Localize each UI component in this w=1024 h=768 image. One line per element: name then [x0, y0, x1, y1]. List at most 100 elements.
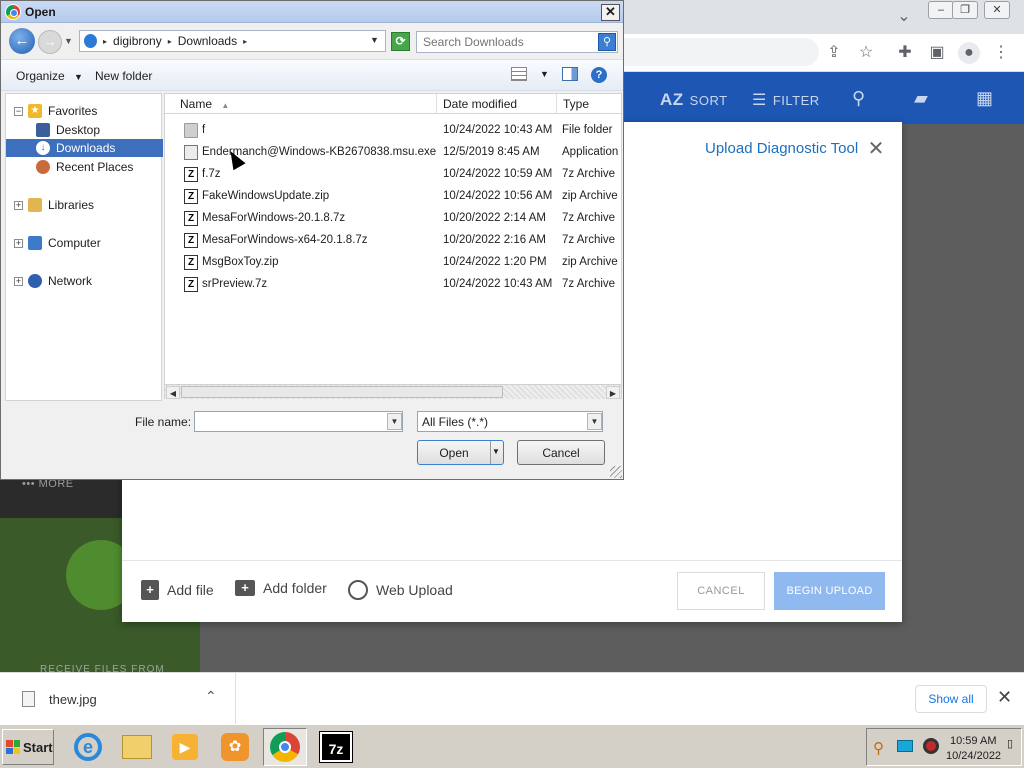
tree-downloads[interactable]: ↓ Downloads — [6, 139, 163, 157]
maximize-button[interactable]: ❐ — [952, 1, 978, 19]
file-date-modified: 10/24/2022 10:43 AM — [443, 278, 553, 290]
taskbar-uc-browser[interactable]: ✿ — [213, 728, 257, 766]
address-dropdown[interactable]: ▼ — [370, 35, 379, 45]
clock-time[interactable]: 10:59 AM — [950, 735, 996, 747]
new-folder-icon[interactable]: ▰ — [914, 88, 928, 109]
search-input[interactable] — [419, 34, 595, 50]
file-row[interactable]: ZsrPreview.7z 10/24/2022 10:43 AM 7z Archi… — [165, 274, 621, 296]
file-type-value: All Files (*.*) — [422, 415, 489, 429]
file-icon — [22, 691, 35, 707]
cancel-button[interactable]: Cancel — [517, 440, 605, 465]
file-name-input[interactable] — [195, 412, 385, 431]
breadcrumb-separator[interactable]: ▸ — [103, 37, 107, 46]
breadcrumb-digibrony[interactable]: digibrony — [113, 34, 162, 48]
tray-expand-icon[interactable]: ▯ — [1007, 737, 1013, 750]
taskbar-chrome[interactable] — [263, 728, 307, 766]
open-options-dropdown[interactable]: ▼ — [492, 447, 500, 456]
taskbar-media-player[interactable]: ▶ — [163, 728, 207, 766]
resize-grip[interactable] — [610, 466, 622, 478]
expand-icon[interactable]: + — [14, 276, 23, 286]
column-date-modified[interactable]: Date modified — [437, 94, 557, 114]
monitor-tray-icon[interactable] — [897, 740, 913, 752]
search-icon[interactable]: ⚲ — [598, 33, 616, 51]
profile-avatar-icon[interactable]: ● — [958, 42, 980, 64]
chrome-menu-icon[interactable]: ⋮ — [990, 42, 1012, 64]
column-name[interactable]: Name ▲ — [165, 94, 437, 114]
add-file-button[interactable]: + Add file — [141, 580, 214, 600]
tree-recent-places[interactable]: Recent Places — [6, 158, 163, 176]
web-upload-button[interactable]: Web Upload — [348, 580, 453, 600]
organize-button[interactable]: Organize ▼ — [16, 69, 83, 83]
search-tray-icon[interactable]: ⚲ — [873, 739, 884, 757]
scrollbar-thumb[interactable] — [181, 386, 503, 398]
tree-network[interactable]: + Network — [6, 272, 163, 290]
file-name-dropdown[interactable]: ▼ — [387, 413, 402, 430]
horizontal-scrollbar[interactable]: ◀ ▶ — [165, 384, 621, 399]
begin-upload-button[interactable]: BEGIN UPLOAD — [774, 572, 885, 610]
tree-favorites-label: Favorites — [48, 104, 98, 118]
address-bar[interactable]: ▸ digibrony ▸ Downloads ▸ — [79, 30, 386, 52]
start-button[interactable]: Start — [2, 729, 54, 765]
view-options-dropdown[interactable]: ▼ — [540, 69, 549, 79]
bookmark-star-icon[interactable]: ☆ — [855, 42, 877, 64]
column-type[interactable]: Type — [557, 94, 621, 114]
file-type-select[interactable]: All Files (*.*) ▼ — [417, 411, 603, 432]
change-view-icon[interactable] — [511, 67, 527, 81]
file-row[interactable]: f 10/24/2022 10:43 AM File folder — [165, 120, 621, 142]
archive-icon: Z — [184, 277, 198, 292]
show-all-button[interactable]: Show all — [915, 685, 987, 713]
tree-libraries[interactable]: + Libraries — [6, 196, 163, 214]
tree-computer[interactable]: + Computer — [6, 234, 163, 252]
file-name: MsgBoxToy.zip — [202, 256, 279, 268]
new-folder-button[interactable]: New folder — [95, 69, 152, 83]
open-button[interactable]: Open ▼ — [417, 440, 504, 465]
add-file-label: Add file — [167, 582, 214, 598]
tree-favorites[interactable]: − ★ Favorites — [6, 102, 163, 120]
sort-button[interactable]: AZ SORT — [660, 90, 728, 110]
cancel-upload-button[interactable]: CANCEL — [677, 572, 765, 610]
close-shelf-icon[interactable]: ✕ — [997, 687, 1012, 708]
extensions-puzzle-icon[interactable]: ✚ — [894, 42, 916, 64]
minimize-button[interactable]: – — [928, 1, 954, 19]
help-icon[interactable]: ? — [591, 67, 607, 83]
back-button[interactable]: ← — [9, 28, 35, 54]
collapse-icon[interactable]: − — [14, 106, 23, 116]
close-icon[interactable]: ✕ — [865, 138, 887, 160]
add-folder-button[interactable]: + Add folder — [235, 580, 327, 596]
file-row[interactable]: Z MesaForWindows-20.1.8.7z 10/20/2022 2:14… — [165, 208, 621, 230]
dialog-close-button[interactable]: ✕ — [601, 4, 620, 21]
file-row[interactable]: Z MsgBoxToy.zip 10/24/2022 1:20 PM zip Arch… — [165, 252, 621, 274]
taskbar-explorer[interactable] — [115, 728, 159, 766]
chevron-up-icon[interactable]: ⌃ — [205, 688, 217, 705]
breadcrumb-separator[interactable]: ▸ — [243, 37, 247, 46]
tab-search-chevron-icon[interactable]: ⌄ — [893, 6, 915, 28]
share-icon[interactable]: ⇪ — [823, 42, 845, 64]
omnibox[interactable] — [624, 38, 819, 66]
tree-desktop[interactable]: Desktop — [6, 121, 163, 139]
recent-locations-dropdown[interactable]: ▼ — [64, 36, 73, 46]
file-name-combobox: ▼ — [194, 411, 403, 432]
expand-icon[interactable]: + — [14, 238, 23, 248]
file-row[interactable]: Z FakeWindowsUpdate.zip 10/24/2022 10:56 A… — [165, 186, 621, 208]
preview-pane-icon[interactable] — [562, 67, 578, 81]
file-type-dropdown[interactable]: ▼ — [587, 413, 602, 430]
filter-button[interactable]: ☰ FILTER — [752, 90, 820, 110]
record-tray-icon[interactable] — [923, 738, 939, 754]
expand-icon[interactable]: + — [14, 200, 23, 210]
breadcrumb-separator[interactable]: ▸ — [168, 37, 172, 46]
taskbar-7zip[interactable]: 7z — [314, 728, 358, 766]
window-close-button[interactable]: ✕ — [984, 1, 1010, 19]
download-item[interactable]: thew.jpg ⌃ — [0, 673, 236, 725]
scroll-right-icon[interactable]: ▶ — [606, 386, 620, 399]
refresh-button[interactable]: ⟳ — [391, 32, 410, 51]
clock-date[interactable]: 10/24/2022 — [946, 750, 1001, 762]
scroll-left-icon[interactable]: ◀ — [166, 386, 180, 399]
breadcrumb-downloads[interactable]: Downloads — [178, 34, 237, 48]
dialog-titlebar[interactable]: Open ✕ — [1, 1, 623, 23]
taskbar-internet-explorer[interactable]: e — [66, 728, 110, 766]
grid-view-icon[interactable]: ▦ — [976, 88, 994, 109]
side-panel-icon[interactable]: ▣ — [926, 42, 948, 64]
search-icon[interactable]: ⚲ — [852, 88, 866, 109]
forward-button[interactable]: → — [38, 30, 62, 54]
file-row[interactable]: Z MesaForWindows-x64-20.1.8.7z 10/20/2022 … — [165, 230, 621, 252]
